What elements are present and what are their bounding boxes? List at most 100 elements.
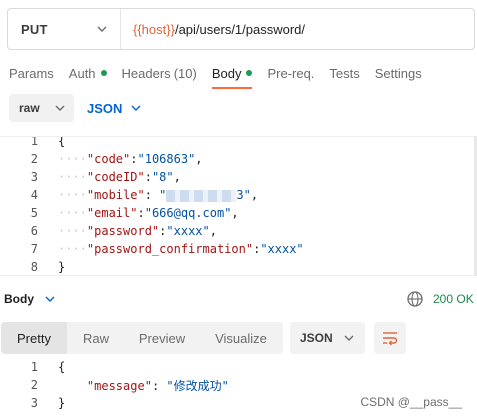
auth-status-dot xyxy=(100,70,107,76)
chevron-down-icon xyxy=(131,105,141,111)
json-key: "message" xyxy=(86,378,152,393)
tab-tests[interactable]: Tests xyxy=(329,62,359,84)
indent-dots: ···· xyxy=(58,224,87,238)
response-format-select[interactable]: JSON xyxy=(290,322,365,354)
indent-dots: ···· xyxy=(58,206,87,220)
code-line: 1 { xyxy=(0,136,477,150)
chevron-down-icon xyxy=(344,335,354,341)
line-number: 3 xyxy=(30,170,38,184)
indent-dots: ···· xyxy=(58,242,87,256)
tab-pre-request[interactable]: Pre-req. xyxy=(267,62,314,84)
json-key: "mobile" xyxy=(86,188,145,202)
body-language-select[interactable]: JSON xyxy=(87,101,142,116)
view-pretty-button[interactable]: Pretty xyxy=(1,322,67,354)
tab-pre-request-label: Pre-req. xyxy=(267,65,315,81)
json-key: "codeID" xyxy=(86,170,145,184)
line-number: 2 xyxy=(30,152,38,166)
indent-dots: ···· xyxy=(58,152,87,166)
response-view-bar: Pretty Raw Preview Visualize JSON xyxy=(0,322,477,354)
chevron-down-icon xyxy=(55,105,65,111)
open-brace: { xyxy=(58,360,66,374)
chevron-down-icon xyxy=(97,26,107,32)
json-value: "666@qq.com" xyxy=(144,206,232,220)
code-line: 2 ····"code":"106863", xyxy=(0,150,477,168)
url-bar: PUT {{host}}/api/users/1/password/ xyxy=(7,8,475,50)
line-number: 1 xyxy=(30,136,38,148)
chevron-down-icon[interactable] xyxy=(44,293,56,305)
request-tabs: Params Auth Headers (10) Body Pre-req. Te… xyxy=(9,62,437,90)
tab-settings-label: Settings xyxy=(374,65,422,81)
url-path: /api/users/1/password/ xyxy=(174,21,306,37)
response-format-label: JSON xyxy=(300,331,333,345)
tab-body[interactable]: Body xyxy=(211,62,253,89)
body-type-select[interactable]: raw xyxy=(9,94,74,122)
body-language-label: JSON xyxy=(87,100,123,116)
line-number: 1 xyxy=(30,360,38,374)
view-mode-group: Pretty Raw Preview Visualize xyxy=(1,322,283,354)
status-code[interactable]: 200 OK xyxy=(433,292,474,306)
line-number: 8 xyxy=(30,260,38,274)
view-preview-button[interactable]: Preview xyxy=(125,322,199,354)
response-title[interactable]: Body xyxy=(4,292,34,306)
json-value: " xyxy=(159,188,167,202)
code-line: 4 ····"mobile": " 3", xyxy=(0,186,477,204)
url-input[interactable]: {{host}}/api/users/1/password/ xyxy=(121,22,305,37)
code-line: 1 { xyxy=(0,358,477,376)
tab-headers[interactable]: Headers (10) xyxy=(122,62,197,84)
tab-params-label: Params xyxy=(9,65,54,81)
code-line: 3 ····"codeID":"8", xyxy=(0,168,477,186)
json-value: "106863" xyxy=(137,152,196,166)
method-label: PUT xyxy=(21,21,48,37)
watermark: CSDN @__pass__ xyxy=(360,395,462,409)
response-bar: Body 200 OK xyxy=(0,287,477,311)
tab-tests-label: Tests xyxy=(329,65,360,81)
tab-headers-label: Headers xyxy=(121,65,171,81)
url-variable: {{host}} xyxy=(133,21,175,37)
wrap-lines-button[interactable] xyxy=(374,322,406,354)
json-comma: , xyxy=(195,152,203,166)
close-brace: } xyxy=(58,260,66,274)
tab-settings[interactable]: Settings xyxy=(375,62,422,84)
tab-auth-label: Auth xyxy=(68,65,96,81)
line-number: 3 xyxy=(30,396,38,410)
json-comma: , xyxy=(173,170,181,184)
line-number: 7 xyxy=(30,242,38,256)
globe-icon[interactable] xyxy=(406,290,424,308)
open-brace: { xyxy=(58,136,66,148)
json-value: "xxxx" xyxy=(260,242,304,256)
json-comma: , xyxy=(209,224,217,238)
indent-dots: ···· xyxy=(58,188,87,202)
json-key: "code" xyxy=(86,152,131,166)
close-brace: } xyxy=(58,396,66,410)
code-line: 6 ····"password":"xxxx", xyxy=(0,222,477,240)
tab-body-label: Body xyxy=(211,65,242,81)
code-line: 5 ····"email":"666@qq.com", xyxy=(0,204,477,222)
code-line: 7 ····"password_confirmation":"xxxx" xyxy=(0,240,477,258)
request-body-editor[interactable]: 1 { 2 ····"code":"106863", 3 ····"codeID… xyxy=(0,136,477,276)
headers-count: (10) xyxy=(173,65,197,81)
line-number: 5 xyxy=(30,206,38,220)
view-visualize-button[interactable]: Visualize xyxy=(199,322,283,354)
json-key: "password_confirmation" xyxy=(86,242,254,256)
json-value: "xxxx" xyxy=(166,224,210,238)
method-select[interactable]: PUT xyxy=(8,9,121,49)
json-comma: , xyxy=(231,206,239,220)
body-status-dot xyxy=(246,70,253,76)
indent-dots: ···· xyxy=(58,170,87,184)
json-value: "修改成功" xyxy=(166,378,229,393)
wrap-lines-icon xyxy=(383,332,398,345)
json-key: "email" xyxy=(86,206,138,220)
body-type-label: raw xyxy=(19,101,40,115)
line-number: 6 xyxy=(30,224,38,238)
redacted-mobile xyxy=(166,189,237,202)
code-line: 2 "message": "修改成功" xyxy=(0,376,477,394)
json-value-end: 3" xyxy=(236,188,251,202)
json-key: "password" xyxy=(86,224,160,238)
body-mode-bar: raw JSON xyxy=(9,94,142,122)
line-number: 4 xyxy=(30,188,38,202)
view-raw-button[interactable]: Raw xyxy=(67,322,125,354)
code-line: 8 } xyxy=(0,258,477,275)
line-number: 2 xyxy=(30,378,38,392)
tab-params[interactable]: Params xyxy=(9,62,54,84)
tab-auth[interactable]: Auth xyxy=(69,62,107,84)
